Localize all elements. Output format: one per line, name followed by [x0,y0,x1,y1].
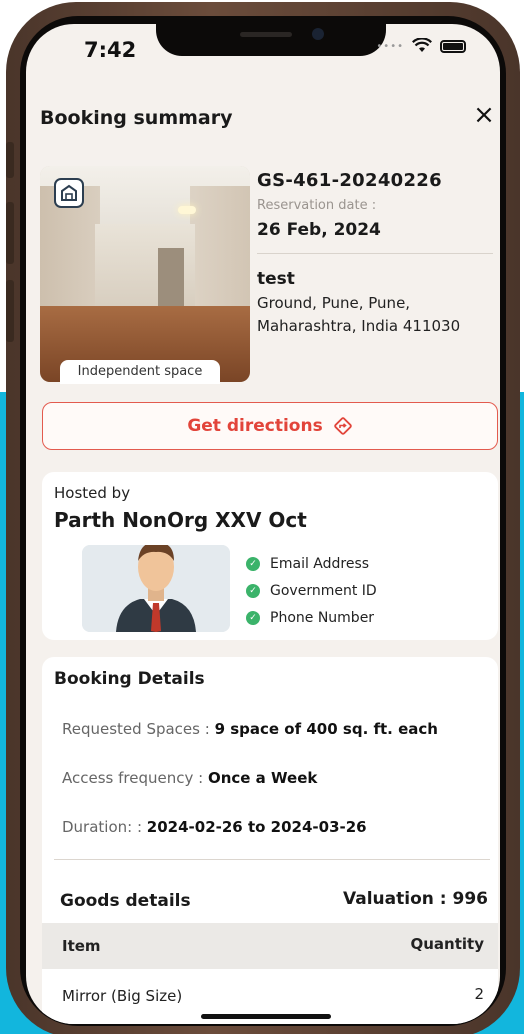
get-directions-button[interactable]: Get directions [42,402,498,450]
notch [156,24,386,56]
requested-spaces-value: 9 space of 400 sq. ft. each [214,720,438,738]
property-image [40,166,250,382]
reservation-date-label: Reservation date : [257,198,377,213]
duration-value: 2024-02-26 to 2024-03-26 [146,818,367,836]
booking-id: GS-461-20240226 [257,170,442,191]
volume-up-button [6,202,14,264]
check-icon: ✓ [246,610,260,625]
divider [257,253,493,254]
verification-list: ✓ Email Address ✓ Government ID ✓ Phone … [246,550,377,631]
signal-icon: •••• [376,40,404,52]
access-frequency-row: Access frequency : Once a Week [62,769,317,787]
close-icon[interactable]: × [472,102,496,128]
volume-down-button [6,280,14,342]
warehouse-icon [54,178,84,208]
page-title: Booking summary [40,107,233,129]
reservation-date: 26 Feb, 2024 [257,220,381,240]
verification-item: ✓ Email Address [246,550,377,577]
space-type-label: Independent space [60,360,220,384]
table-cell-quantity: 2 [474,985,484,1003]
mute-switch [6,142,14,178]
host-card: Hosted by Parth NonOrg XXV Oct ✓ Email A… [42,472,498,640]
duration-label: Duration: : [62,818,147,836]
verification-label: Email Address [270,555,370,572]
requested-spaces-label: Requested Spaces : [62,720,215,738]
table-cell-item: Mirror (Big Size) [62,987,183,1005]
status-time: 7:42 [84,38,137,62]
wifi-icon [412,38,432,52]
column-header-item: Item [62,937,101,955]
column-header-quantity: Quantity [410,935,485,953]
hosted-by-label: Hosted by [54,484,131,502]
verification-label: Phone Number [270,609,375,626]
requested-spaces-row: Requested Spaces : 9 space of 400 sq. ft… [62,720,438,738]
verification-item: ✓ Phone Number [246,604,377,631]
goods-table-header: Item Quantity [42,923,498,969]
speaker-grille [240,32,292,37]
verification-item: ✓ Government ID [246,577,377,604]
avatar [82,545,230,632]
app-screen: 7:42 •••• Booking summary × Independent … [26,24,500,1024]
host-name: Parth NonOrg XXV Oct [54,508,307,532]
goods-details-title: Goods details [60,891,191,911]
battery-icon [440,39,466,53]
check-icon: ✓ [246,556,260,571]
ceiling-light [178,206,196,214]
valuation: Valuation : 996 [343,889,488,909]
home-indicator [201,1014,331,1019]
property-name: test [257,269,295,289]
booking-details-title: Booking Details [54,669,205,689]
duration-row: Duration: : 2024-02-26 to 2024-03-26 [62,818,367,836]
access-frequency-label: Access frequency : [62,769,208,787]
get-directions-label: Get directions [187,416,323,436]
access-frequency-value: Once a Week [207,769,318,787]
room-doorway [158,248,184,314]
booking-details-card: Booking Details Requested Spaces : 9 spa… [42,657,498,1024]
verification-label: Government ID [270,582,377,599]
directions-icon [333,417,352,435]
status-icons: •••• [376,38,466,54]
check-icon: ✓ [246,583,260,598]
divider [54,859,490,860]
front-camera [312,28,324,40]
property-address: Ground, Pune, Pune, Maharashtra, India 4… [257,294,461,335]
